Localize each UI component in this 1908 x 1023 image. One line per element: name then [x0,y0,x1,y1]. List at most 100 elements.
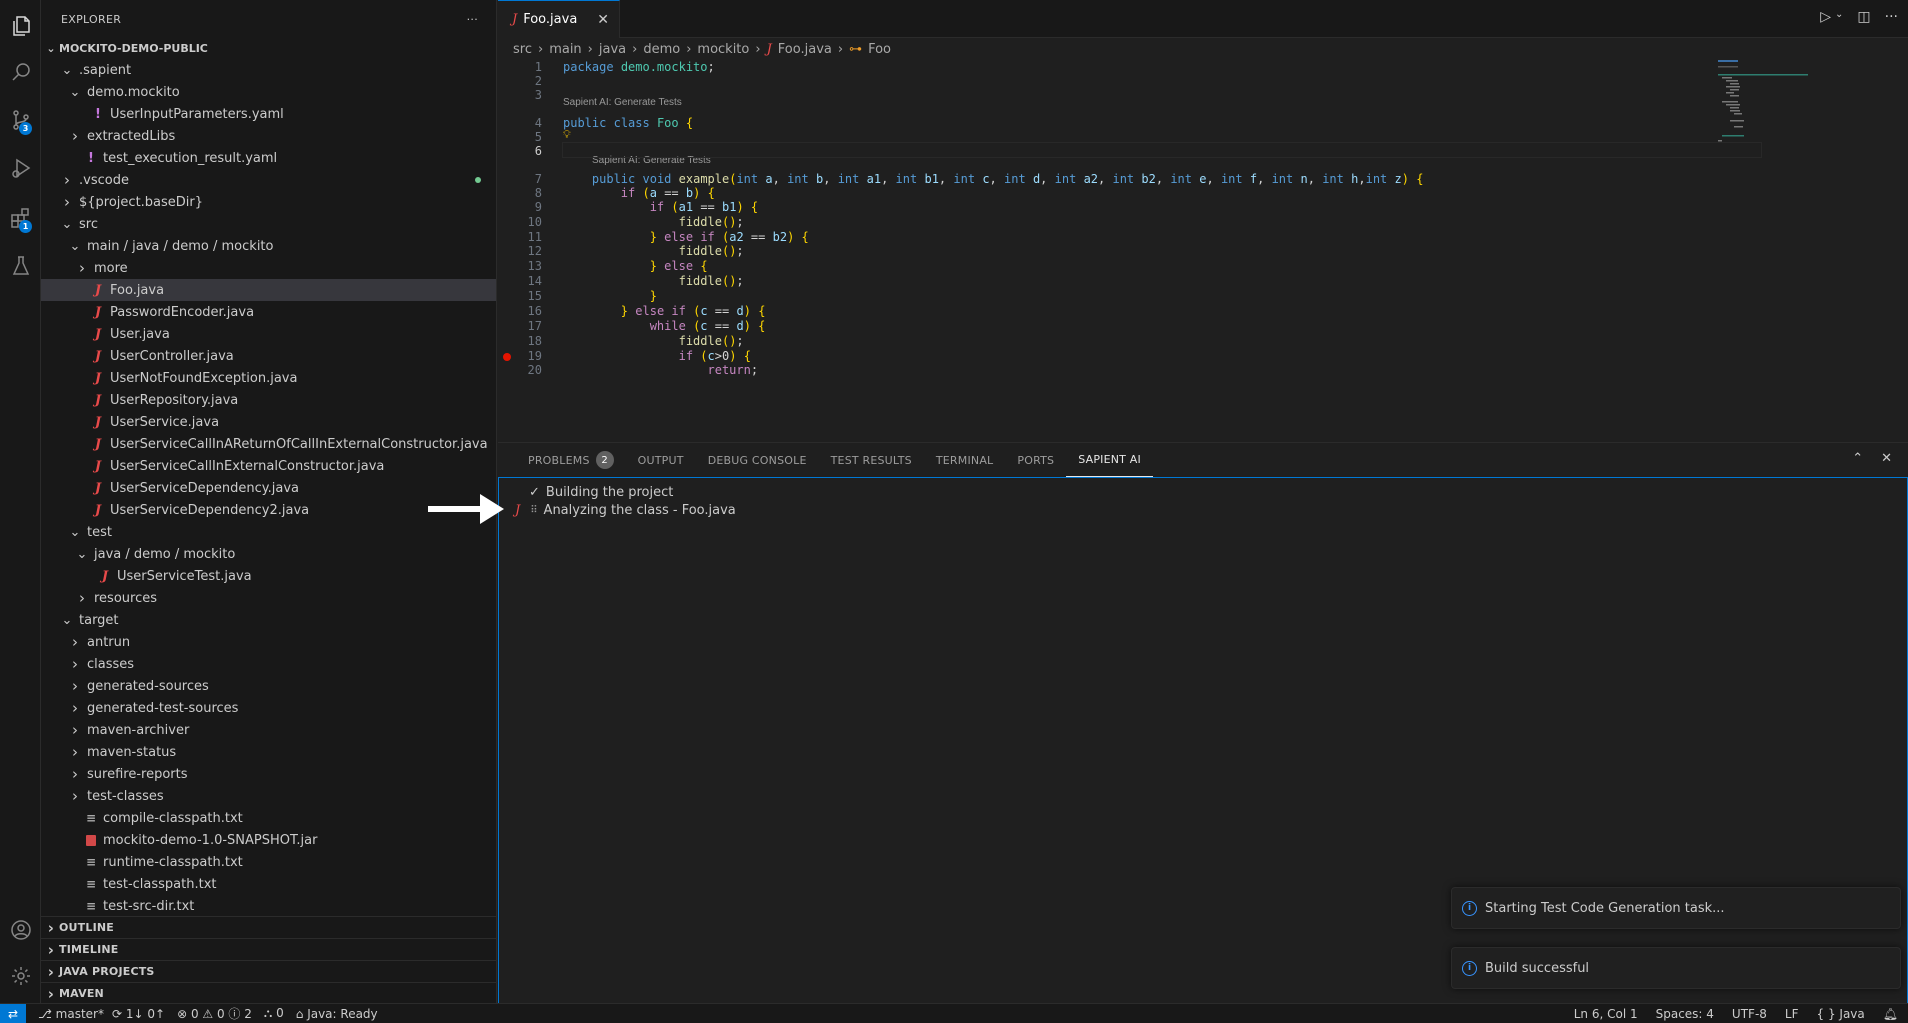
minimap[interactable] [1718,60,1828,170]
tree-folder[interactable]: › .vscode [41,169,496,191]
tree-folder[interactable]: ⌄ java / demo / mockito [41,543,496,565]
tree-folder[interactable]: › generated-test-sources [41,697,496,719]
code-line: } else if (a2 == b2) { [649,230,809,244]
tree-item-label: ${project.baseDir} [79,194,204,210]
codelens-generate-tests[interactable]: Sapient AI: Generate Tests [563,97,682,108]
breadcrumb-item[interactable]: Foo.java [778,42,832,57]
code-editor[interactable]: 1 package demo.mockito; 2 3 4 public class Fo… [498,60,1778,442]
tree-folder[interactable]: ⌄ demo.mockito [41,81,496,103]
tree-folder[interactable]: › extractedLibs [41,125,496,147]
encoding[interactable]: UTF-8 [1732,1007,1767,1021]
split-editor-icon[interactable]: ◫ [1857,9,1870,25]
testing-icon[interactable] [0,246,41,286]
ports-status[interactable]: ⛬ 0 [264,1006,284,1021]
tree-file[interactable]: ! UserInputParameters.yaml [41,103,496,125]
section-maven[interactable]: › MAVEN [41,982,496,1003]
cursor-position[interactable]: Ln 6, Col 1 [1574,1007,1638,1021]
tree-folder[interactable]: › more [41,257,496,279]
code-line: fiddle(); [678,274,744,288]
line-number: 9 [534,200,542,214]
tree-folder[interactable]: ⌄ .sapient [41,59,496,81]
section-outline[interactable]: › OUTLINE [41,916,496,938]
tree-file[interactable]: ! test_execution_result.yaml [41,147,496,169]
tree-folder[interactable]: › generated-sources [41,675,496,697]
run-icon[interactable]: ▷ [1820,9,1831,25]
tree-item-label: java / demo / mockito [94,546,236,562]
tree-file[interactable]: J UserServiceCallInExternalConstructor.ja… [41,455,496,477]
panel-tab-terminal[interactable]: TERMINAL [924,443,1006,477]
tree-file[interactable]: J UserService.java [41,411,496,433]
tree-file[interactable]: mockito-demo-1.0-SNAPSHOT.jar [41,829,496,851]
notification-toast[interactable]: i Build successful [1451,947,1901,989]
tree-file[interactable]: J Foo.java [41,279,496,301]
close-panel-icon[interactable]: ✕ [1881,451,1892,466]
notification-toast[interactable]: i Starting Test Code Generation task... [1451,887,1901,929]
java-status[interactable]: ⌂ Java: Ready [296,1007,378,1021]
explorer-more-icon[interactable]: ··· [467,13,478,26]
search-icon[interactable] [0,52,41,92]
tree-folder[interactable]: › antrun [41,631,496,653]
branch-status[interactable]: ⎇ master* [38,1007,104,1021]
breakpoint-icon[interactable] [503,353,511,361]
problems-status[interactable]: ⊗ 0 ⚠ 0 ⓘ 2 [177,1005,252,1022]
close-icon[interactable]: ✕ [597,12,609,28]
tree-file[interactable]: J UserNotFoundException.java [41,367,496,389]
breadcrumb-item[interactable]: main [549,42,581,57]
section-java-projects[interactable]: › JAVA PROJECTS [41,960,496,982]
run-debug-icon[interactable] [0,148,41,188]
end-of-line[interactable]: LF [1785,1007,1799,1021]
tree-file[interactable]: J UserRepository.java [41,389,496,411]
bell-icon[interactable]: 🔔︎ [1883,1007,1898,1021]
breadcrumb-item[interactable]: Foo [868,42,891,57]
breadcrumb-item[interactable]: demo [643,42,680,57]
lightbulb-icon[interactable]: 💡︎ [563,128,571,142]
tree-file[interactable]: ≡ test-classpath.txt [41,873,496,895]
tree-file[interactable]: ≡ test-src-dir.txt [41,895,496,917]
tree-folder[interactable]: › test-classes [41,785,496,807]
panel-tab-test-results[interactable]: TEST RESULTS [819,443,924,477]
indentation[interactable]: Spaces: 4 [1656,1007,1714,1021]
tree-folder[interactable]: › ${project.baseDir} [41,191,496,213]
tree-file[interactable]: J PasswordEncoder.java [41,301,496,323]
accounts-icon[interactable] [0,910,41,950]
tree-folder[interactable]: › classes [41,653,496,675]
tree-folder[interactable]: › maven-status [41,741,496,763]
sync-status[interactable]: ⟳ 1↓ 0↑ [112,1007,165,1021]
tree-file[interactable]: ≡ runtime-classpath.txt [41,851,496,873]
tree-file[interactable]: J UserController.java [41,345,496,367]
panel-tab-ports[interactable]: PORTS [1005,443,1066,477]
tree-folder[interactable]: › resources [41,587,496,609]
files-icon[interactable] [0,6,41,46]
language-mode[interactable]: { } Java [1817,1007,1865,1021]
tab-foo-java[interactable]: J Foo.java ✕ [498,0,621,38]
settings-gear-icon[interactable] [0,956,41,996]
tree-folder[interactable]: ⌄ target [41,609,496,631]
tree-folder[interactable]: ⌄ src [41,213,496,235]
remote-indicator-icon[interactable]: ⇄ [0,1003,26,1023]
more-actions-icon[interactable]: ··· [1885,9,1898,25]
breadcrumb-item[interactable]: mockito [697,42,749,57]
tree-folder[interactable]: › surefire-reports [41,763,496,785]
tree-file[interactable]: J UserServiceCallInAReturnOfCallInExterna… [41,433,496,455]
extensions-icon[interactable]: 1 [0,198,41,238]
tree-folder[interactable]: ⌄ main / java / demo / mockito [41,235,496,257]
tree-file[interactable]: J User.java [41,323,496,345]
chevron-down-icon[interactable]: ⌄ [1835,9,1843,25]
tree-file[interactable]: ≡ compile-classpath.txt [41,807,496,829]
source-control-icon[interactable]: 3 [0,100,41,140]
maximize-panel-icon[interactable]: ⌃ [1852,451,1863,466]
panel-tab-problems[interactable]: PROBLEMS 2 [516,443,626,477]
panel-tab-debug-console[interactable]: DEBUG CONSOLE [696,443,819,477]
line-number: 13 [527,259,542,273]
breadcrumb-item[interactable]: java [599,42,626,57]
panel-tab-sapient-ai[interactable]: SAPIENT AI [1066,443,1153,477]
section-timeline[interactable]: › TIMELINE [41,938,496,960]
tree-file[interactable]: J UserServiceTest.java [41,565,496,587]
workspace-root[interactable]: ⌄ MOCKITO-DEMO-PUBLIC [41,37,496,59]
panel-tab-output[interactable]: OUTPUT [626,443,696,477]
tree-folder[interactable]: › maven-archiver [41,719,496,741]
breadcrumb-item[interactable]: src [513,42,532,57]
